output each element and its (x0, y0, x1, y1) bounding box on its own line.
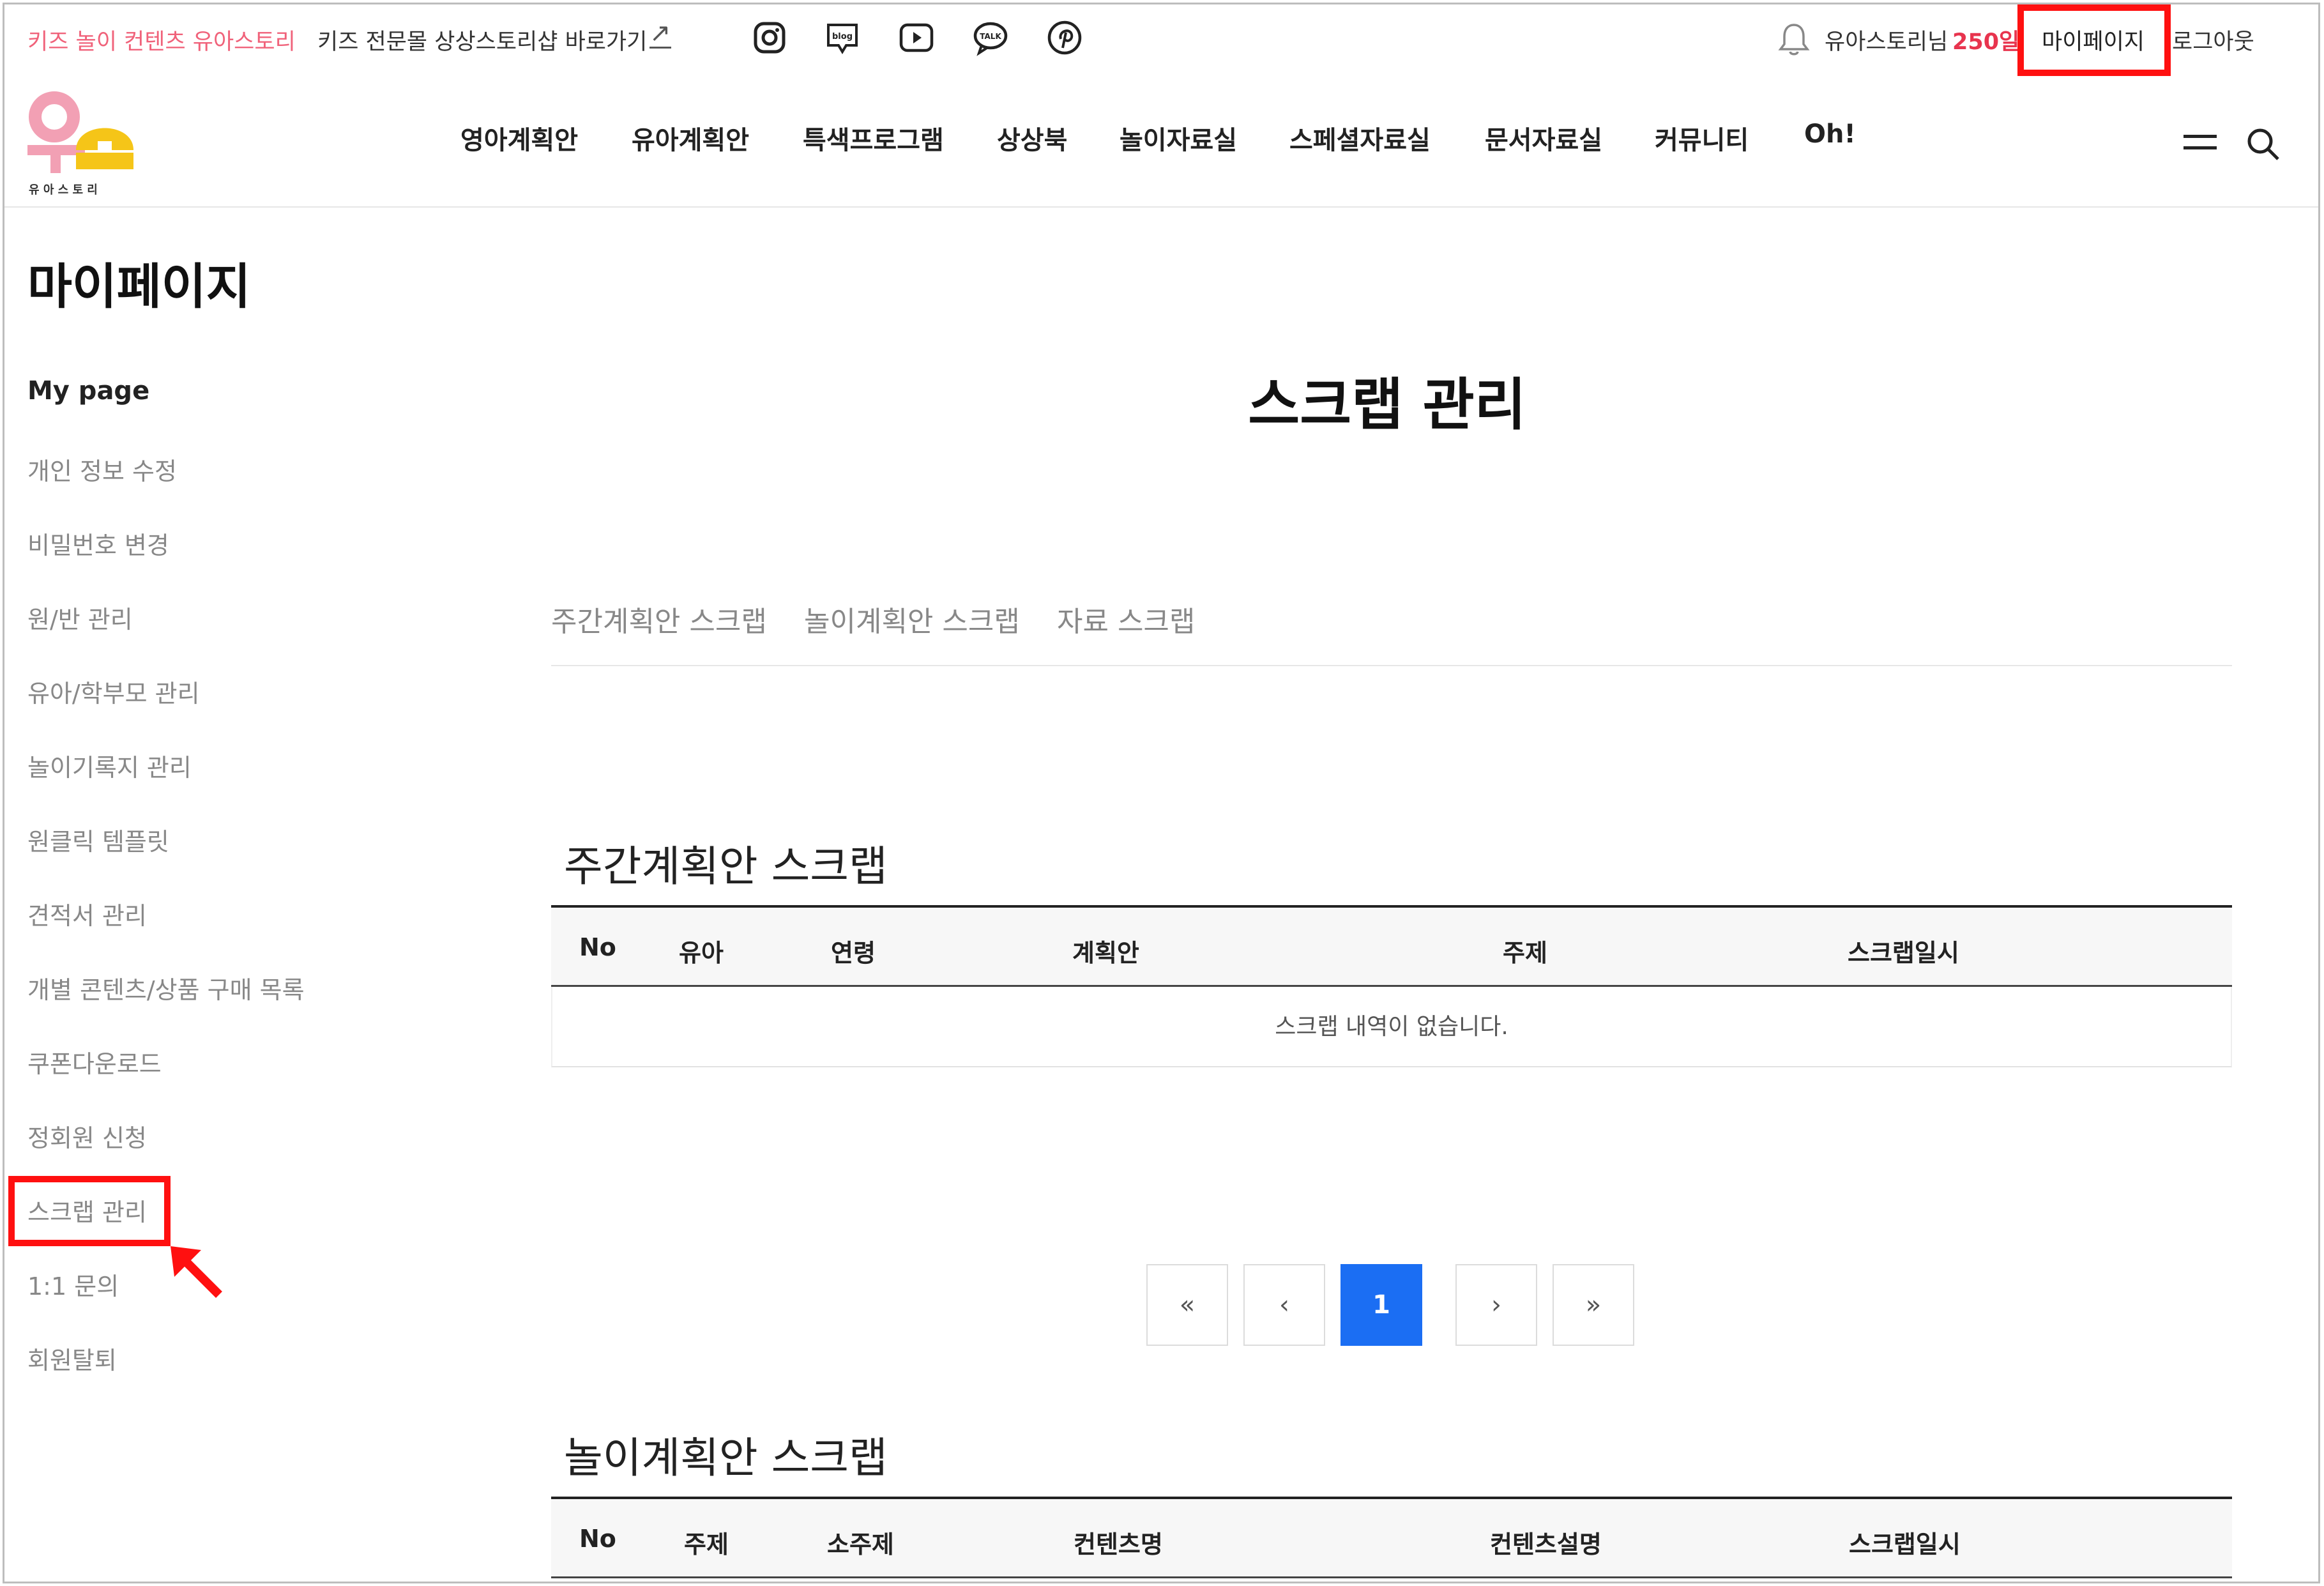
mypage-highlight-box (2017, 4, 2171, 76)
user-name: 유아스토리님 (1825, 29, 1948, 55)
play-scrap-table: No 주제 소주제 컨텐츠명 컨텐츠설명 스크랩일시 (551, 1497, 2232, 1582)
content-title: 스크랩 관리 (1248, 372, 1526, 438)
nav-item-child-plan[interactable]: 유아계획안 (632, 119, 749, 156)
sidebar-item-class-management[interactable]: 원/반 관리 (27, 600, 133, 635)
col-child: 유아 (679, 939, 724, 967)
col-age: 연령 (831, 939, 876, 967)
nav-item-document-materials[interactable]: 문서자료실 (1485, 119, 1602, 156)
sidebar-item-edit-profile[interactable]: 개인 정보 수정 (27, 452, 177, 487)
sidebar-item-inquiry[interactable]: 1:1 문의 (27, 1267, 119, 1302)
sidebar-item-change-password[interactable]: 비밀번호 변경 (27, 526, 169, 561)
sidebar-item-play-record[interactable]: 놀이기록지 관리 (27, 748, 192, 783)
talk-icon-label: TALK (980, 32, 1001, 41)
youtube-icon[interactable] (897, 19, 936, 57)
sidebar-item-withdraw[interactable]: 회원탈퇴 (27, 1341, 117, 1376)
user-points: 250일 (1952, 29, 2020, 55)
nav-item-special-program[interactable]: 특색프로그램 (803, 119, 944, 156)
nav-divider (4, 206, 2318, 208)
browser-frame: 키즈 놀이 컨텐츠 유아스토리 키즈 전문몰 상상스토리샵 바로가기 ↗ blo… (3, 3, 2320, 1583)
nav-item-infant-plan[interactable]: 영아계획안 (460, 119, 578, 156)
pointer-arrow-icon (168, 1244, 225, 1301)
weekly-scrap-table: No 유아 연령 계획안 주제 스크랩일시 스크랩 내역이 없습니다. (551, 905, 2232, 1069)
brand-tagline-link[interactable]: 키즈 놀이 컨텐츠 유아스토리 (27, 24, 296, 56)
logo-text: 유 아 스 토 리 (29, 183, 98, 197)
blog-icon-label: blog (832, 32, 853, 42)
col-topic: 주제 (1503, 939, 1547, 967)
tab-play-scrap[interactable]: 놀이계획안 스크랩 (804, 599, 1020, 639)
page-1-button[interactable]: 1 (1340, 1264, 1422, 1346)
page-title: 마이페이지 (27, 258, 251, 315)
empty-message: 스크랩 내역이 없습니다. (551, 987, 2232, 1067)
col-scrap-date: 스크랩일시 (1849, 1530, 1961, 1559)
sidebar-item-purchase-list[interactable]: 개별 콘텐츠/상품 구매 목록 (27, 970, 305, 1005)
last-page-button[interactable]: » (1553, 1264, 1634, 1346)
col-plan: 계획안 (1072, 939, 1139, 967)
scrap-menu-highlight-box (8, 1176, 171, 1246)
instagram-icon[interactable] (750, 19, 789, 57)
nav-item-oh[interactable]: Oh! (1804, 119, 1856, 149)
sidebar-item-one-click-template[interactable]: 원클릭 템플릿 (27, 822, 169, 857)
sidebar-item-membership[interactable]: 정회원 신청 (27, 1118, 147, 1154)
col-scrap-date: 스크랩일시 (1848, 939, 1959, 967)
play-section-title: 놀이계획안 스크랩 (564, 1433, 888, 1483)
col-content-description: 컨텐츠설명 (1490, 1530, 1602, 1559)
col-topic: 주제 (684, 1530, 729, 1559)
top-utility-bar: 키즈 놀이 컨텐츠 유아스토리 키즈 전문몰 상상스토리샵 바로가기 ↗ blo… (4, 4, 2318, 76)
talk-icon[interactable]: TALK (971, 19, 1010, 57)
nav-item-special-materials[interactable]: 스페셜자료실 (1289, 119, 1431, 156)
prev-page-button[interactable]: ‹ (1243, 1264, 1325, 1346)
sidebar-item-child-parent-management[interactable]: 유아/학부모 관리 (27, 674, 200, 709)
first-page-button[interactable]: « (1146, 1264, 1228, 1346)
tab-weekly-scrap[interactable]: 주간계획안 스크랩 (551, 599, 767, 639)
tabs-divider (551, 665, 2232, 666)
pinterest-icon[interactable] (1045, 19, 1084, 57)
sidebar-item-quotation[interactable]: 견적서 관리 (27, 896, 147, 931)
blog-icon[interactable]: blog (823, 19, 862, 57)
nav-item-imagination-book[interactable]: 상상북 (997, 119, 1067, 156)
weekly-table-header: No 유아 연령 계획안 주제 스크랩일시 (551, 905, 2232, 987)
search-icon[interactable] (2245, 126, 2281, 162)
notification-bell-icon[interactable] (1776, 20, 1812, 58)
nav-item-play-materials[interactable]: 놀이자료실 (1120, 119, 1237, 156)
col-content-name: 컨텐츠명 (1074, 1530, 1163, 1559)
tab-material-scrap[interactable]: 자료 스크랩 (1057, 599, 1195, 639)
sidebar-item-coupon-download[interactable]: 쿠폰다운로드 (27, 1044, 162, 1079)
nav-item-community[interactable]: 커뮤니티 (1655, 119, 1749, 156)
weekly-section-title: 주간계획안 스크랩 (564, 842, 888, 891)
col-no: No (579, 1525, 616, 1553)
shop-shortcut-link[interactable]: 키즈 전문몰 상상스토리샵 바로가기 (317, 24, 647, 56)
external-link-icon[interactable]: ↗ (649, 20, 671, 49)
col-subtopic: 소주제 (827, 1530, 894, 1559)
site-logo[interactable]: 유 아 스 토 리 (26, 89, 141, 197)
logout-link[interactable]: 로그아웃 (2172, 24, 2254, 56)
play-table-header: No 주제 소주제 컨텐츠명 컨텐츠설명 스크랩일시 (551, 1497, 2232, 1578)
hamburger-menu-icon[interactable] (2182, 131, 2218, 156)
col-no: No (579, 933, 616, 961)
next-page-button[interactable]: › (1455, 1264, 1537, 1346)
